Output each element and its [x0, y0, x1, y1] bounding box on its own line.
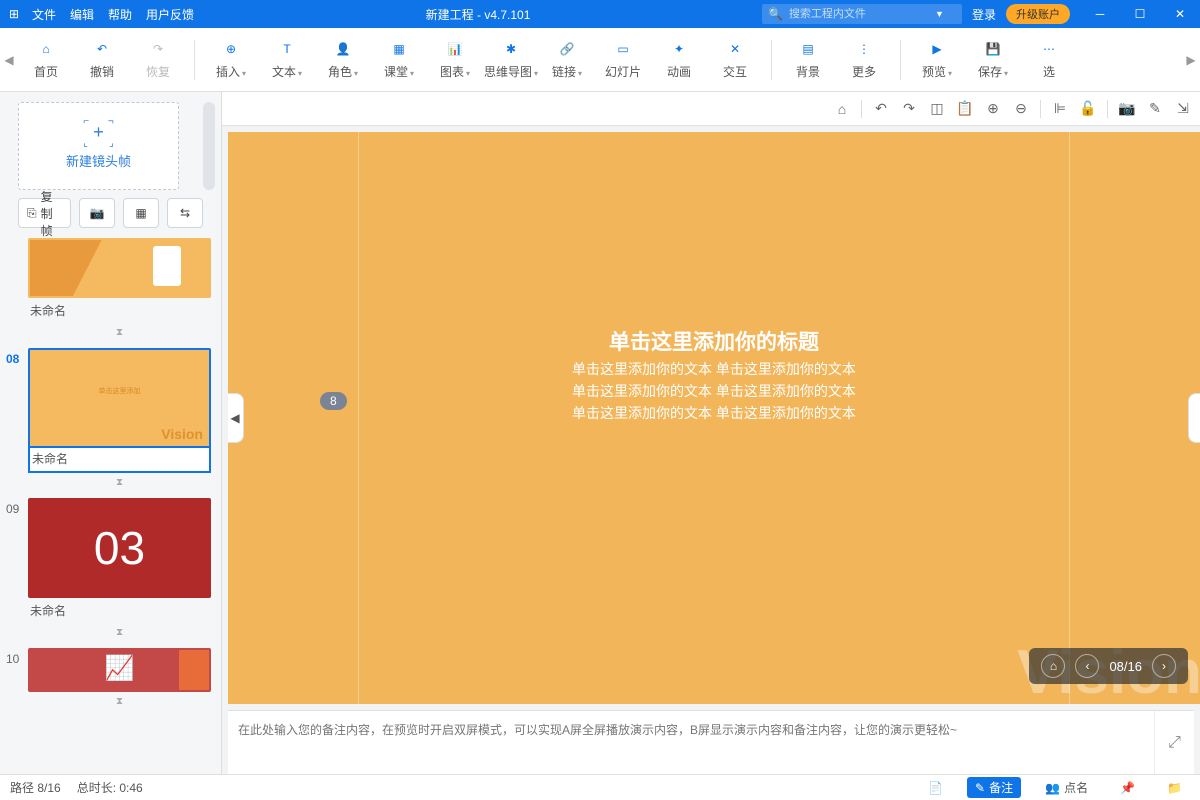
upgrade-button[interactable]: 升级账户	[1006, 4, 1070, 24]
status-pin-button[interactable]: 📌	[1112, 779, 1143, 797]
toolbar-play[interactable]: ▶预览	[909, 39, 965, 80]
collapse-right-button[interactable]	[1188, 393, 1200, 443]
maximize-button[interactable]: ☐	[1120, 0, 1160, 28]
refresh-button[interactable]: ⇆	[167, 198, 203, 228]
menu-edit[interactable]: 编辑	[70, 6, 94, 23]
status-duration: 总时长: 0:46	[77, 779, 143, 796]
toolbar-link[interactable]: 🔗链接	[539, 39, 595, 80]
nav-home-icon[interactable]: ⌂	[1041, 654, 1065, 678]
expand-notes-button[interactable]: ⤢	[1154, 711, 1194, 774]
chart-icon: 📊	[445, 39, 465, 59]
person-icon: 👤	[333, 39, 353, 59]
slide-nav: ⌂ ‹ 08/16 ›	[1029, 648, 1188, 684]
toolbar-more[interactable]: ⋮更多	[836, 39, 892, 80]
toolbar-anim[interactable]: ✦动画	[651, 39, 707, 80]
toolbar-text[interactable]: T文本	[259, 39, 315, 80]
toolbar-save[interactable]: 💾保存	[965, 39, 1021, 80]
toolbar-plus-circle[interactable]: ⊕插入	[203, 39, 259, 80]
toolbar-redo[interactable]: ↷恢复	[130, 39, 186, 80]
interact-icon: ✕	[725, 39, 745, 59]
home-icon: ⌂	[36, 39, 56, 59]
camera-button[interactable]: 📷	[79, 198, 115, 228]
status-path: 路径 8/16	[10, 779, 61, 796]
toolbar-home[interactable]: ⌂首页	[18, 39, 74, 80]
sidebar-scrollbar[interactable]	[203, 102, 215, 190]
lock-icon[interactable]: 🔓	[1079, 100, 1097, 117]
toolbar-mindmap[interactable]: ✱思维导图	[483, 39, 539, 80]
qr-button[interactable]: ▦	[123, 198, 159, 228]
thumbnail-08[interactable]: 08单击这里添加Vision未命名⧗	[28, 348, 211, 492]
qr-icon: ▦	[135, 206, 146, 220]
more-icon: ⋮	[854, 39, 874, 59]
toolbar-scroll-right[interactable]: ▶	[1182, 28, 1200, 92]
toolbar-book[interactable]: ▦课堂	[371, 39, 427, 80]
toolbar-interact[interactable]: ✕交互	[707, 39, 763, 80]
text-icon: T	[277, 39, 297, 59]
slide-canvas[interactable]: ◀ 8 单击这里添加你的标题 单击这里添加你的文本 单击这里添加你的文本 单击这…	[228, 132, 1200, 704]
menu-file[interactable]: 文件	[32, 6, 56, 23]
thumbnail-10[interactable]: 10📈⧗	[28, 648, 211, 711]
toolbar-bg[interactable]: ▤背景	[780, 39, 836, 80]
toolbar-person[interactable]: 👤角色	[315, 39, 371, 80]
snapshot-icon[interactable]: 📷	[1118, 100, 1136, 117]
copy-frame-button[interactable]: ⎘ 复制帧	[18, 198, 71, 228]
copy-icon: ⎘	[27, 206, 37, 221]
status-folder-button[interactable]: 📁	[1159, 779, 1190, 797]
crop-icon[interactable]: ◫	[928, 100, 946, 117]
redo-icon: ↷	[148, 39, 168, 59]
thumbnail-09[interactable]: 0903未命名⧗	[28, 498, 211, 642]
nav-next-icon[interactable]: ›	[1152, 654, 1176, 678]
thumbnail-0[interactable]: 未命名⧗	[28, 238, 211, 342]
toolbar-undo[interactable]: ↶撤销	[74, 39, 130, 80]
dropdown-icon[interactable]: ▼	[935, 9, 944, 19]
search-box[interactable]: 🔍 ▼	[762, 4, 962, 24]
camera-icon: 📷	[90, 206, 105, 220]
refresh-icon: ⇆	[180, 206, 190, 220]
nav-counter: 08/16	[1109, 659, 1142, 674]
toolbar-slides[interactable]: ▭幻灯片	[595, 39, 651, 80]
status-roll-button[interactable]: 👥 点名	[1037, 777, 1096, 798]
anim-icon: ✦	[669, 39, 689, 59]
toolbar-more2[interactable]: ⋯选	[1021, 39, 1077, 80]
slide-title-placeholder[interactable]: 单击这里添加你的标题	[228, 326, 1200, 356]
mindmap-icon: ✱	[501, 39, 521, 59]
window-title: 新建工程 - v4.7.101	[194, 6, 762, 23]
search-input[interactable]	[789, 8, 929, 20]
save-icon: 💾	[983, 39, 1003, 59]
menu-feedback[interactable]: 用户反馈	[146, 6, 194, 23]
nav-prev-icon[interactable]: ‹	[1075, 654, 1099, 678]
minimize-button[interactable]: ─	[1080, 0, 1120, 28]
link-icon: 🔗	[557, 39, 577, 59]
edit-icon[interactable]: ✎	[1146, 100, 1164, 117]
toolbar-chart[interactable]: 📊图表	[427, 39, 483, 80]
zoom-out-icon[interactable]: ⊖	[1012, 100, 1030, 117]
login-link[interactable]: 登录	[962, 6, 1006, 23]
status-doc-button[interactable]: 📄	[920, 779, 951, 797]
export-icon[interactable]: ⇲	[1174, 100, 1192, 117]
plus-icon: +	[93, 122, 104, 142]
home-icon[interactable]: ⌂	[833, 101, 851, 117]
bg-icon: ▤	[798, 39, 818, 59]
slides-icon: ▭	[613, 39, 633, 59]
status-notes-button[interactable]: ✎ 备注	[967, 777, 1021, 798]
toolbar-scroll-left[interactable]: ◀	[0, 28, 18, 92]
paste-icon[interactable]: 📋	[956, 100, 974, 117]
rotate-left-icon[interactable]: ↶	[872, 100, 890, 117]
notes-textarea[interactable]	[228, 711, 1154, 774]
new-frame-button[interactable]: ⌐ ¬ + ⌞ ⌟ 新建镜头帧	[18, 102, 179, 190]
book-icon: ▦	[389, 39, 409, 59]
close-button[interactable]: ✕	[1160, 0, 1200, 28]
zoom-in-icon[interactable]: ⊕	[984, 100, 1002, 117]
slide-body-placeholder[interactable]: 单击这里添加你的文本 单击这里添加你的文本 单击这里添加你的文本 单击这里添加你…	[228, 358, 1200, 424]
plus-circle-icon: ⊕	[221, 39, 241, 59]
menu-help[interactable]: 帮助	[108, 6, 132, 23]
undo-icon: ↶	[92, 39, 112, 59]
align-icon[interactable]: ⊫	[1051, 100, 1069, 117]
rotate-right-icon[interactable]: ↷	[900, 100, 918, 117]
more2-icon: ⋯	[1039, 39, 1059, 59]
new-frame-label: 新建镜头帧	[66, 151, 131, 170]
app-logo: ⊞	[0, 7, 28, 21]
search-icon: 🔍	[768, 7, 783, 21]
play-icon: ▶	[927, 39, 947, 59]
